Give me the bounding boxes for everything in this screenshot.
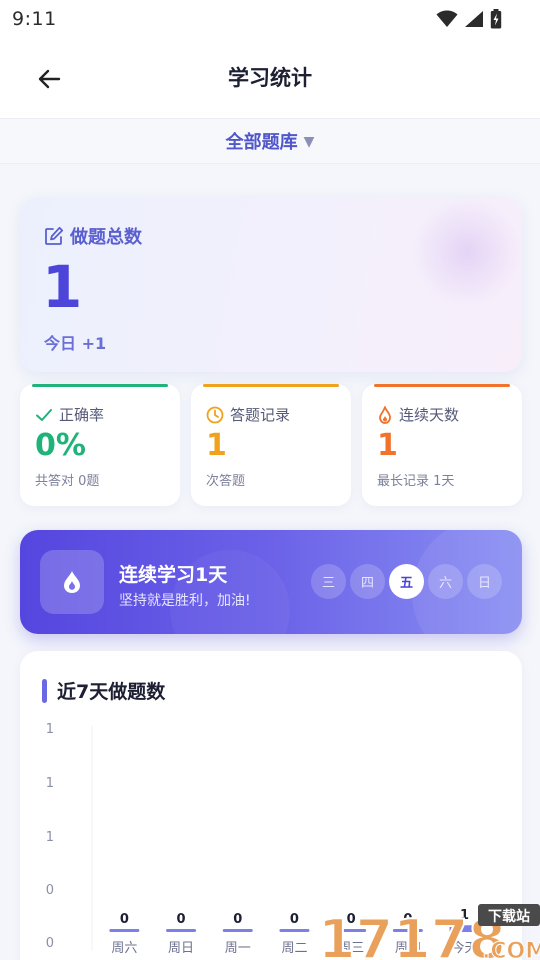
wifi-icon xyxy=(436,10,458,27)
y-tick-label: 1 xyxy=(46,830,54,845)
total-questions-title: 做题总数 xyxy=(70,227,142,248)
weekly-chart-card: 近7天做题数 1 1 1 0 0 0 周六 0 周日 0 周一 0 周二 0 周三 0 周四 1 今天 xyxy=(20,651,522,960)
total-questions-card: 做题总数 1 今日 +1 xyxy=(20,197,522,372)
streak-days-header: 连续天数 xyxy=(377,404,459,425)
page-title: 学习统计 xyxy=(228,66,312,90)
weekly-bar-chart: 1 1 1 0 0 0 周六 0 周日 0 周一 0 周二 0 周三 0 周四 1 今天 xyxy=(46,722,480,956)
y-tick-label: 1 xyxy=(46,776,54,791)
status-time: 9:11 xyxy=(12,8,57,30)
bar-6 xyxy=(449,925,480,932)
x-tick-label: 周六 xyxy=(111,941,137,956)
battery-icon xyxy=(490,9,502,29)
streak-icon-box xyxy=(40,550,104,614)
records-value: 1 xyxy=(206,428,227,463)
accuracy-accent-bar xyxy=(32,384,168,387)
weekday-thu: 四 xyxy=(350,564,385,599)
bar-value-label: 1 xyxy=(460,908,469,923)
x-tick-label: 周三 xyxy=(338,941,364,956)
y-tick-label: 1 xyxy=(46,722,54,737)
status-bar: 9:11 xyxy=(0,0,540,38)
edit-icon xyxy=(45,226,64,245)
bar-value-label: 0 xyxy=(290,912,299,927)
records-accent-bar xyxy=(203,384,339,387)
x-tick-label: 周四 xyxy=(395,941,421,956)
bar-value-label: 0 xyxy=(233,912,242,927)
accuracy-card: 正确率 0% 共答对 0题 xyxy=(20,384,180,506)
bar-0 xyxy=(109,929,140,932)
x-tick-label: 周日 xyxy=(168,941,194,956)
weekday-wed: 三 xyxy=(311,564,346,599)
today-count: 今日 +1 xyxy=(44,334,107,353)
caret-down-icon: ▼ xyxy=(303,134,315,150)
check-icon xyxy=(36,408,52,421)
weekday-sun: 日 xyxy=(467,564,502,599)
status-icons xyxy=(436,9,502,29)
clock-icon xyxy=(206,406,224,423)
bar-value-label: 0 xyxy=(347,912,356,927)
records-label: 答题记录 xyxy=(230,406,291,424)
accuracy-sub: 共答对 0题 xyxy=(35,474,100,489)
accuracy-header: 正确率 xyxy=(35,404,104,425)
bar-3 xyxy=(279,929,310,932)
x-tick-label: 今天 xyxy=(452,940,478,956)
bar-5 xyxy=(392,929,423,932)
records-header: 答题记录 xyxy=(206,404,290,425)
streak-days-value: 1 xyxy=(377,428,398,463)
bar-2 xyxy=(222,929,253,932)
streak-title: 连续学习1天 xyxy=(119,564,228,586)
weekday-fri-active: 五 xyxy=(389,564,424,599)
question-bank-label: 全部题库 xyxy=(225,132,298,153)
streak-days-card: 连续天数 1 最长记录 1天 xyxy=(362,384,522,506)
bar-value-label: 0 xyxy=(120,912,129,927)
signal-icon xyxy=(465,11,483,27)
streak-days-label: 连续天数 xyxy=(399,406,460,424)
weekday-sat: 六 xyxy=(428,564,463,599)
records-sub: 次答题 xyxy=(206,474,246,489)
app-bar: 学习统计 xyxy=(0,38,540,118)
streak-subtitle: 坚持就是胜利，加油! xyxy=(119,593,251,609)
bar-value-label: 0 xyxy=(403,912,412,927)
bar-1 xyxy=(166,929,197,932)
bar-4 xyxy=(336,929,367,932)
y-tick-label: 0 xyxy=(46,883,54,898)
total-questions-value: 1 xyxy=(42,253,83,321)
x-tick-label: 周一 xyxy=(225,941,251,956)
total-questions-header: 做题总数 xyxy=(44,223,142,249)
weekday-indicator: 三 四 五 六 日 xyxy=(311,564,502,599)
x-tick-label: 周二 xyxy=(281,941,307,956)
question-bank-selector[interactable]: 全部题库 ▼ xyxy=(0,118,540,164)
streak-days-sub: 最长记录 1天 xyxy=(377,474,455,489)
answer-records-card: 答题记录 1 次答题 xyxy=(191,384,351,506)
streak-banner: 连续学习1天 坚持就是胜利，加油! 三 四 五 六 日 xyxy=(20,530,522,634)
drop-icon xyxy=(64,571,80,593)
streak-accent-bar xyxy=(374,384,510,387)
bar-value-label: 0 xyxy=(177,912,186,927)
flame-icon xyxy=(379,405,391,424)
card-glow xyxy=(412,197,522,307)
accuracy-value: 0% xyxy=(35,428,86,463)
accuracy-label: 正确率 xyxy=(59,406,105,424)
y-tick-label: 0 xyxy=(46,936,54,951)
